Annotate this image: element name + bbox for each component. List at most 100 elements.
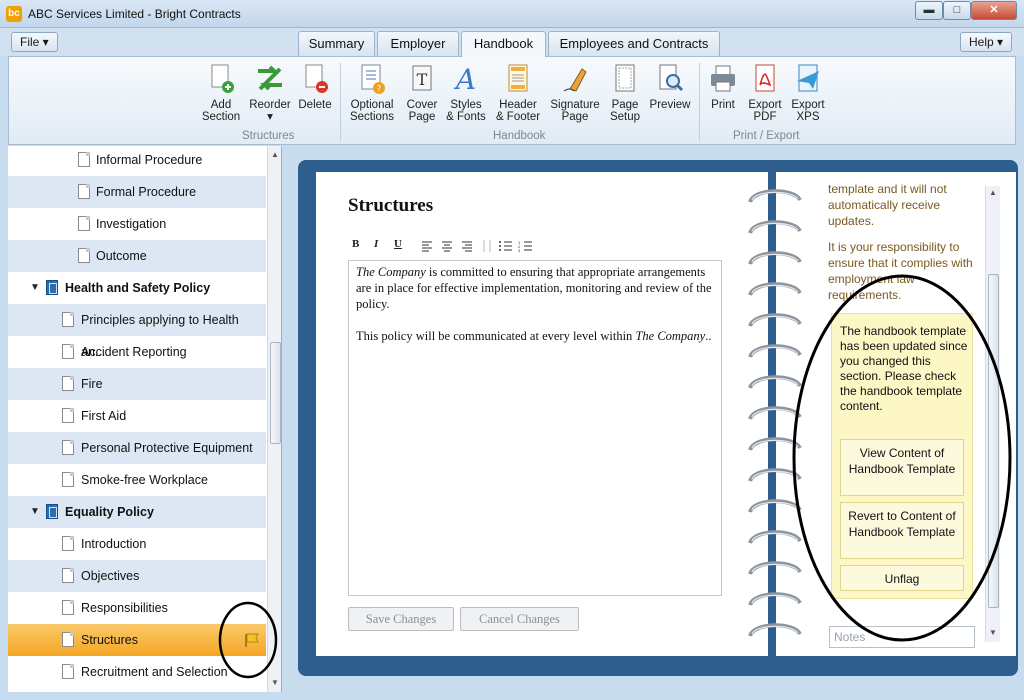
tab-handbook[interactable]: Handbook (461, 31, 546, 57)
handbook-section-icon (46, 280, 58, 295)
scroll-up-icon[interactable]: ▲ (271, 150, 279, 159)
company-name-text: The Company (356, 265, 426, 279)
document-icon (62, 344, 74, 359)
header-footer-button[interactable]: Header & Footer (493, 63, 543, 123)
export-pdf-label-2: PDF (753, 111, 777, 123)
tree-group[interactable]: ▼ Health and Safety Policy (8, 272, 266, 304)
revert-to-template-button[interactable]: Revert to Content of Handbook Template (840, 502, 964, 559)
tree-scrollbar[interactable]: ▲ ▼ (267, 146, 281, 692)
tree-item[interactable]: Accident Reporting (8, 336, 266, 368)
tab-summary[interactable]: Summary (298, 31, 375, 56)
right-scroll-thumb[interactable] (988, 274, 999, 608)
tree-item-selected[interactable]: Structures (8, 624, 266, 656)
svg-text:A: A (453, 63, 476, 95)
tree-scroll-thumb[interactable] (270, 342, 281, 444)
cancel-changes-button[interactable]: Cancel Changes (460, 607, 579, 631)
reorder-button[interactable]: Reorder ▾ (247, 63, 293, 123)
scroll-down-icon[interactable]: ▼ (271, 678, 279, 687)
document-icon (78, 184, 90, 199)
styles-fonts-button[interactable]: A Styles & Fonts (445, 63, 487, 123)
add-section-label-1: Add (210, 99, 232, 111)
export-xps-button[interactable]: Export XPS (789, 63, 827, 123)
optional-sections-button[interactable]: ? Optional Sections (347, 63, 397, 123)
ribbon-separator (699, 63, 700, 141)
tab-employer[interactable]: Employer (377, 31, 459, 56)
tree-group[interactable]: ▼ Equality Policy (8, 496, 266, 528)
document-icon (78, 152, 90, 167)
close-button[interactable]: ✕ (971, 1, 1017, 20)
reorder-dropdown-icon: ▾ (267, 111, 273, 123)
page-setup-button[interactable]: Page Setup (607, 63, 643, 123)
template-update-notice: The handbook template has been updated s… (831, 313, 973, 599)
view-template-content-button[interactable]: View Content of Handbook Template (840, 439, 964, 496)
tree-item[interactable]: Objectives (8, 560, 266, 592)
magnifier-icon (659, 64, 684, 92)
minimize-button[interactable]: ▬ (915, 1, 943, 20)
window-title-bar: bc ABC Services Limited - Bright Contrac… (0, 0, 1024, 28)
add-section-button[interactable]: Add Section (199, 63, 243, 123)
app-logo-icon: bc (6, 6, 22, 22)
collapse-triangle-icon[interactable]: ▼ (30, 496, 40, 528)
rich-text-editor[interactable]: The Company is committed to ensuring tha… (348, 260, 722, 596)
ribbon-group-structures: Structures (242, 130, 295, 142)
document-icon (62, 408, 74, 423)
tree-item[interactable]: First Aid (8, 400, 266, 432)
delete-button[interactable]: Delete (296, 63, 334, 111)
tree-item[interactable]: Outcome (8, 240, 266, 272)
cover-page-label-1: Cover (406, 99, 438, 111)
xps-icon (797, 64, 819, 92)
tree-item[interactable]: Principles applying to Health an... (8, 304, 266, 359)
document-icon (62, 312, 74, 327)
collapse-triangle-icon[interactable]: ▼ (30, 272, 40, 304)
pdf-icon (755, 64, 775, 92)
unflag-button[interactable]: Unflag (840, 565, 964, 591)
signature-page-label-2: Page (561, 111, 589, 123)
print-button[interactable]: Print (705, 63, 741, 111)
pen-nib-icon (563, 68, 587, 92)
responsibility-text: It is your responsibility to ensure that… (828, 240, 973, 302)
bold-button[interactable]: B (352, 238, 359, 250)
header-footer-label-1: Header (499, 99, 537, 111)
ribbon-separator (340, 63, 341, 141)
export-pdf-button[interactable]: Export PDF (746, 63, 784, 123)
underline-button[interactable]: U (394, 238, 402, 250)
preview-label: Preview (649, 99, 691, 111)
preview-button[interactable]: Preview (647, 63, 693, 111)
spiral-binding (748, 189, 802, 638)
alignment-list-icons[interactable]: 123 (420, 240, 540, 252)
menu-bar: File ▾ Summary Employer Handbook Employe… (0, 28, 1024, 57)
tree-item[interactable]: Recruitment and Selection (8, 656, 266, 688)
tree-item[interactable]: Responsibilities (8, 592, 266, 624)
tree-item[interactable]: Formal Procedure (8, 176, 266, 208)
tree-item[interactable]: Personal Protective Equipment (8, 432, 266, 464)
notes-field[interactable]: Notes (829, 626, 975, 648)
scroll-down-icon[interactable]: ▼ (989, 628, 997, 637)
maximize-button[interactable]: □ (943, 1, 971, 20)
header-footer-icon (508, 64, 528, 92)
page-setup-icon (615, 64, 635, 92)
tree-item[interactable]: Smoke-free Workplace (8, 464, 266, 496)
cover-page-button[interactable]: T Cover Page (403, 63, 441, 123)
optional-sections-label-1: Optional (350, 99, 394, 111)
save-changes-button[interactable]: Save Changes (348, 607, 454, 631)
tree-item[interactable]: Fire (8, 368, 266, 400)
file-menu-button[interactable]: File ▾ (11, 32, 58, 52)
tree-item[interactable]: Informal Procedure (8, 146, 266, 176)
italic-button[interactable]: I (374, 238, 378, 250)
flag-icon[interactable] (244, 633, 260, 647)
tree-item[interactable]: Introduction (8, 528, 266, 560)
document-icon (62, 632, 74, 647)
tree-item[interactable]: Investigation (8, 208, 266, 240)
help-menu-button[interactable]: Help ▾ (960, 32, 1013, 52)
scroll-up-icon[interactable]: ▲ (989, 188, 997, 197)
handbook-section-icon (46, 504, 58, 519)
delete-document-icon (305, 64, 328, 93)
add-document-icon (211, 64, 234, 93)
styles-fonts-label-1: Styles (450, 99, 482, 111)
tab-employees-and-contracts[interactable]: Employees and Contracts (548, 31, 720, 56)
document-icon (78, 216, 90, 231)
right-panel-scrollbar[interactable]: ▲ ▼ (985, 186, 1000, 642)
page-setup-label-1: Page (611, 99, 639, 111)
signature-page-button[interactable]: Signature Page (547, 63, 603, 123)
document-icon (62, 664, 74, 679)
